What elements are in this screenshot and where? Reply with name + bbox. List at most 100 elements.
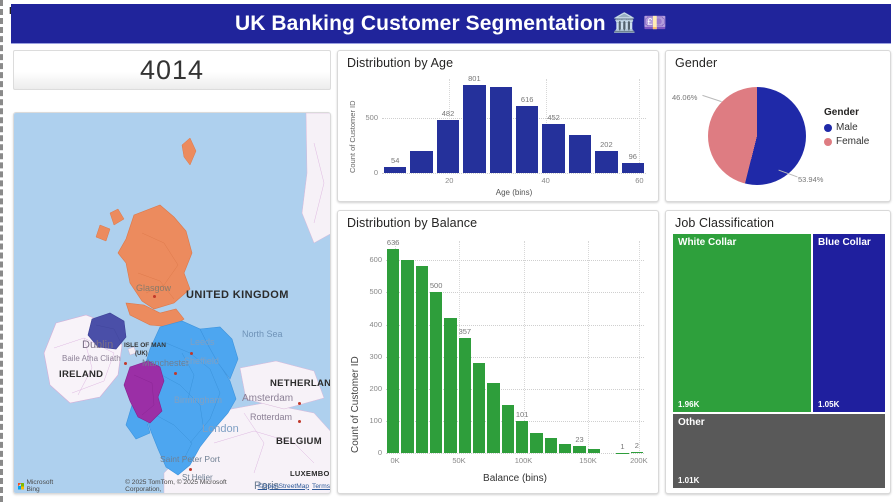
terms-link[interactable]: Terms [312,483,330,490]
treemap-tile-name: Blue Collar [818,237,871,248]
gridline [386,260,644,262]
age-y-axis-label: Count of Customer ID [348,100,357,173]
balance-y-axis-label: Count of Customer ID [350,356,361,453]
map-city-dot-glasgow [153,295,156,298]
bar[interactable] [573,445,586,453]
map-city-dot-sheffield [174,372,177,375]
gender-swatch-female [824,137,832,146]
distribution-by-balance-card[interactable]: Distribution by Balance 0 100 200 300 400 500… [337,210,659,494]
bar[interactable] [544,438,557,453]
bar-value-label: 500 [429,281,443,291]
y-axis-tick: 400 [369,319,382,329]
x-axis-tick: 200K [630,456,648,465]
balance-chart-title: Distribution by Balance [347,216,478,230]
gender-legend-item-female[interactable]: Female [824,136,869,147]
y-axis-tick: 200 [369,383,382,393]
bar[interactable] [587,448,600,453]
bar-value-label: 101 [515,409,529,419]
balance-x-axis-label: Balance (bins) [483,473,547,484]
bar-value-label: 23 [575,434,584,444]
map-city-dot-saint-peter-port [189,468,192,471]
gender-legend: Gender Male Female [824,107,869,150]
report-title-bar: UK Banking Customer Segmentation 🏛️ 💷 [11,4,891,44]
gridline [382,173,646,174]
bar[interactable] [463,85,486,173]
bar-value-label: 452 [547,112,560,122]
pie-leader-female [702,94,722,103]
bar[interactable] [568,134,592,173]
x-axis-tick: 20 [445,176,454,185]
openstreetmap-link[interactable]: ©OpenStreetMap [258,483,309,490]
x-axis-tick: 40 [541,176,550,185]
map-city-dot-rotterdam [298,420,301,423]
balance-chart-plot[interactable]: 0 100 200 300 400 500 600 0K 50K 100K 150K 200K 636 5… [369,238,647,465]
job-classification-card[interactable]: Job Classification White Collar 1.96K Blue… [665,210,891,494]
bar[interactable] [595,150,618,173]
gender-card[interactable]: Gender 46.06% 53.94% Gender Male Female [665,50,891,202]
region-map-card[interactable]: UNITED KINGDOM IRELAND NETHERLAND BELGIU… [13,112,331,494]
bar[interactable] [516,420,529,453]
treemap-tile-blue-collar[interactable]: Blue Collar 1.05K [812,233,886,413]
treemap-tile-white-collar[interactable]: White Collar 1.96K [672,233,812,413]
bar[interactable] [458,338,471,453]
age-x-axis-label: Age (bins) [495,188,533,197]
gender-legend-label-male: Male [836,122,858,133]
distribution-by-age-card[interactable]: Distribution by Age 0 500 20 40 60 54 482 801 61… [337,50,659,202]
bar[interactable] [516,105,539,173]
bar[interactable] [415,266,428,453]
bing-logo: Microsoft Bing [18,479,65,493]
age-chart-title: Distribution by Age [347,56,454,70]
bar[interactable] [430,292,443,453]
job-treemap[interactable]: White Collar 1.96K Blue Collar 1.05K Other 1.… [672,233,886,489]
bar[interactable] [384,167,407,173]
bar[interactable] [387,248,400,453]
bar[interactable] [542,123,565,173]
bar[interactable] [401,260,414,453]
map-city-dot-amsterdam [298,402,301,405]
bar-value-label: 202 [600,139,613,149]
y-axis-tick: 600 [369,255,382,265]
bar-value-label: 636 [386,237,400,247]
report-page: UK Banking Customer Segmentation 🏛️ 💷 40… [0,0,896,502]
vertical-gridline [588,241,589,453]
bar[interactable] [444,318,457,453]
y-axis-tick: 0 [377,448,382,457]
bar[interactable] [630,452,643,453]
bar[interactable] [436,120,460,173]
x-axis-tick: 100K [514,456,533,465]
y-axis-tick: 0 [373,168,378,177]
y-axis-tick: 300 [369,351,382,361]
bar-value-label: 801 [468,74,481,84]
bar[interactable] [410,150,433,173]
treemap-tile-value: 1.96K [678,400,700,409]
gridline [386,453,644,454]
bar[interactable] [487,382,500,453]
gender-pie-chart[interactable] [708,87,806,185]
x-axis-tick: 60 [635,176,644,185]
treemap-tile-other[interactable]: Other 1.01K [672,413,886,489]
treemap-tile-name: White Collar [678,237,737,248]
x-axis-tick: 50K [452,456,466,465]
bing-map[interactable]: UNITED KINGDOM IRELAND NETHERLAND BELGIU… [14,113,330,493]
pound-banknote-icon: 💷 [643,13,668,34]
bar[interactable] [530,433,543,453]
map-attribution: Microsoft Bing © 2025 TomTom, © 2025 Mic… [14,479,330,493]
x-axis-tick: 150K [579,456,597,465]
customer-count-card[interactable]: 4014 [13,50,331,90]
gender-swatch-male [824,123,832,132]
age-chart-plot[interactable]: 0 500 20 40 60 54 482 801 616 452 202 96 [365,74,646,185]
job-chart-title: Job Classification [675,216,775,230]
treemap-tile-value: 1.05K [818,400,840,409]
bar[interactable] [559,443,572,453]
map-city-dot-leeds [190,352,193,355]
map-copyright: © 2025 TomTom, © 2025 Microsoft Corporat… [125,479,227,493]
bar[interactable] [621,162,644,173]
gender-legend-item-male[interactable]: Male [824,122,869,133]
microsoft-logo-icon [18,482,25,490]
gridline [382,118,646,120]
map-geometry [43,113,330,493]
pie-label-male-percent: 53.94% [798,175,824,184]
bar[interactable] [489,86,512,173]
customer-count-value: 4014 [139,54,205,85]
bar[interactable] [473,362,486,453]
